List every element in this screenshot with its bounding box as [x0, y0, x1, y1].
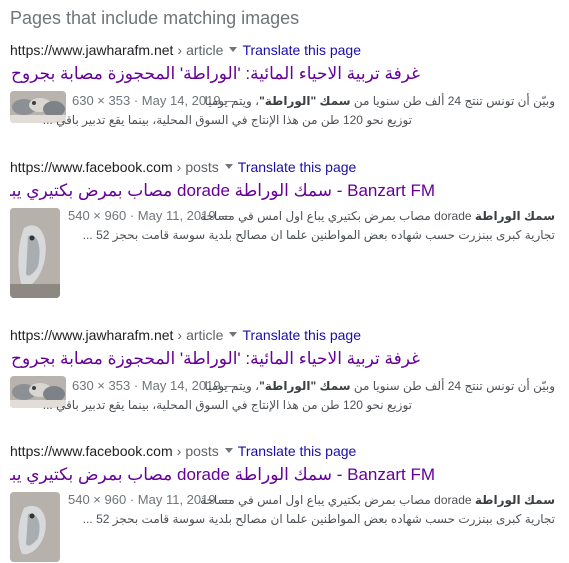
- result-snippet-line1: وبيّن أن تونس تنتج 24 ألف طن سنويا من سم…: [205, 92, 555, 111]
- result-cite: https://www.facebook.com › posts Transla…: [10, 158, 356, 176]
- result-url[interactable]: https://www.facebook.com: [10, 443, 173, 459]
- result-title-link[interactable]: Banzart FM - سمك الوراطة dorade مصاب بمر…: [10, 464, 435, 486]
- translate-link[interactable]: Translate this page: [238, 443, 357, 459]
- result-snippet-line1: وبيّن أن تونس تنتج 24 ألف طن سنويا من سم…: [205, 377, 555, 396]
- result-title-link[interactable]: غرفة تربية الاحياء المائية: 'الوراطة' ال…: [10, 63, 420, 85]
- result-title-link[interactable]: غرفة تربية الاحياء المائية: 'الوراطة' ال…: [10, 348, 420, 370]
- snippet-highlight: سمك الوراطة: [474, 209, 555, 223]
- image-dimensions: 540 × 960: [68, 492, 127, 507]
- snippet-text: dorade مصاب بمرض بكتيري يباع اول امس في …: [200, 209, 475, 223]
- chevron-down-icon[interactable]: [224, 448, 233, 453]
- result-snippet-line1: سمك الوراطة dorade مصاب بمرض بكتيري يباع…: [200, 491, 555, 510]
- meta-dot: ·: [133, 378, 139, 393]
- image-dimensions: 540 × 960: [68, 208, 127, 223]
- result-title-link[interactable]: Banzart FM - سمك الوراطة dorade مصاب بمر…: [10, 180, 435, 202]
- result-snippet-line2: تجارية كبرى ببنزرت حسب شهاده بعض المواطن…: [82, 228, 555, 242]
- fish-photo-icon: [10, 208, 60, 298]
- result-path: posts: [185, 443, 219, 459]
- snippet-text: وبيّن أن تونس تنتج 24 ألف طن سنويا من: [350, 94, 555, 108]
- snippet-highlight: سمك "الوراطة": [259, 379, 351, 393]
- snippet-highlight: سمك "الوراطة": [259, 94, 351, 108]
- result-thumbnail[interactable]: [10, 492, 60, 562]
- result-snippet-line2: تجارية كبرى ببنزرت حسب شهاده بعض المواطن…: [82, 512, 555, 526]
- search-result: https://www.facebook.com › posts Transla…: [0, 158, 569, 298]
- result-snippet-line2: توزيع نحو 120 طن من هذا الإنتاج في السوق…: [42, 113, 412, 127]
- result-url[interactable]: https://www.facebook.com: [10, 159, 173, 175]
- breadcrumb-separator: ›: [177, 42, 183, 58]
- breadcrumb-separator: ›: [176, 443, 182, 459]
- search-result: https://www.facebook.com › posts Transla…: [0, 442, 569, 562]
- breadcrumb-separator: ›: [177, 327, 183, 343]
- fish-photo-icon: [10, 492, 60, 562]
- meta-dot: ·: [129, 208, 135, 223]
- result-cite: https://www.jawharafm.net › article Tran…: [10, 41, 361, 59]
- chevron-down-icon[interactable]: [224, 164, 233, 169]
- result-url[interactable]: https://www.jawharafm.net: [10, 42, 173, 58]
- image-dimensions: 630 × 353: [72, 378, 131, 393]
- snippet-text: ، ويتم يوميا: [204, 379, 260, 393]
- snippet-text: ، ويتم يوميا: [204, 94, 260, 108]
- search-results-page: Pages that include matching images https…: [0, 0, 569, 563]
- search-result: https://www.jawharafm.net › article Tran…: [0, 326, 569, 446]
- result-path: posts: [185, 159, 219, 175]
- snippet-text: وبيّن أن تونس تنتج 24 ألف طن سنويا من: [350, 379, 555, 393]
- result-path: article: [186, 327, 224, 343]
- translate-link[interactable]: Translate this page: [242, 327, 361, 343]
- result-path: article: [186, 42, 224, 58]
- search-result: https://www.jawharafm.net › article Tran…: [0, 41, 569, 161]
- snippet-highlight: سمك الوراطة: [474, 493, 555, 507]
- chevron-down-icon[interactable]: [229, 332, 238, 337]
- result-snippet-line1: سمك الوراطة dorade مصاب بمرض بكتيري يباع…: [200, 207, 555, 226]
- translate-link[interactable]: Translate this page: [238, 159, 357, 175]
- result-url[interactable]: https://www.jawharafm.net: [10, 327, 173, 343]
- result-cite: https://www.facebook.com › posts Transla…: [10, 442, 356, 460]
- section-heading: Pages that include matching images: [10, 8, 300, 28]
- chevron-down-icon[interactable]: [229, 47, 238, 52]
- result-thumbnail[interactable]: [10, 208, 60, 298]
- result-snippet-line2: توزيع نحو 120 طن من هذا الإنتاج في السوق…: [42, 398, 412, 412]
- translate-link[interactable]: Translate this page: [242, 42, 361, 58]
- meta-dot: ·: [133, 93, 139, 108]
- meta-dot: ·: [129, 492, 135, 507]
- image-dimensions: 630 × 353: [72, 93, 131, 108]
- snippet-text: dorade مصاب بمرض بكتيري يباع اول امس في …: [200, 493, 475, 507]
- result-cite: https://www.jawharafm.net › article Tran…: [10, 326, 361, 344]
- breadcrumb-separator: ›: [176, 159, 182, 175]
